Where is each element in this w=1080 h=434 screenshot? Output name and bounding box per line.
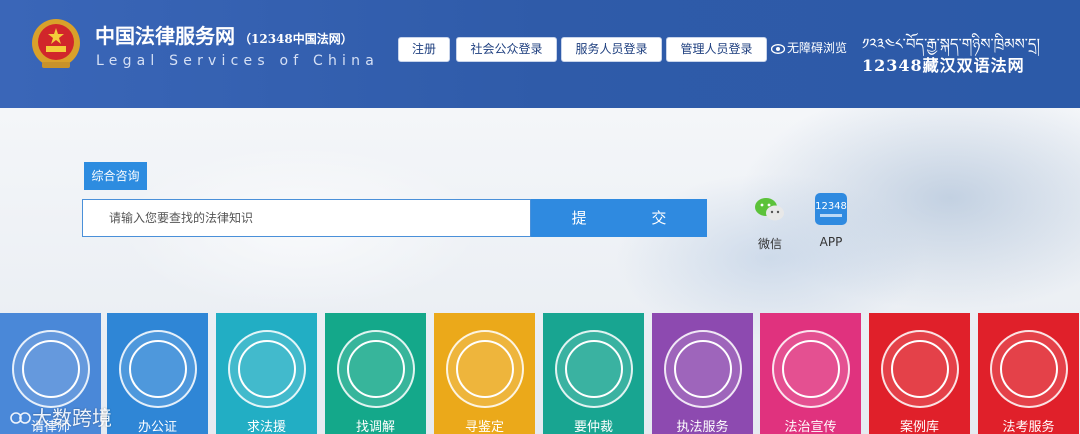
- app-label: APP: [819, 235, 843, 249]
- find-lawyer-icon: [12, 330, 90, 408]
- site-title-suffix: （12348中国法网）: [239, 32, 353, 46]
- service-tile-label: 寻鉴定: [464, 420, 504, 434]
- accessibility-link[interactable]: 无障碍浏览: [770, 39, 848, 56]
- search-input[interactable]: [82, 199, 531, 237]
- site-header: 中国法律服务网 （12348中国法网） Legal Services of Chi…: [0, 0, 1080, 108]
- wechat-label: 微信: [757, 237, 782, 251]
- national-emblem-icon: [32, 19, 80, 68]
- law-exam-icon: [990, 330, 1068, 408]
- site-subtitle: Legal Services of China: [96, 53, 379, 69]
- app-icon: 12348: [815, 193, 847, 225]
- service-tile-label: 找调解: [355, 420, 395, 434]
- wechat-icon: [755, 198, 784, 221]
- appraisal-icon: [446, 330, 524, 408]
- app-link[interactable]: 12348 APP: [811, 192, 851, 249]
- watermark-label: 大数跨境: [10, 402, 112, 431]
- eye-icon: [770, 44, 786, 54]
- service-tile-arbitration[interactable]: 要仲裁: [543, 313, 644, 434]
- case-library-icon: [881, 330, 959, 408]
- app-icon-text: 12348: [815, 201, 847, 212]
- accessibility-label: 无障碍浏览: [787, 41, 848, 55]
- service-tile-mediation[interactable]: 找调解: [325, 313, 426, 434]
- notary-icon: [119, 330, 197, 408]
- service-tile-case-library[interactable]: 案例库: [869, 313, 970, 434]
- law-enforcement-icon: [664, 330, 742, 408]
- service-tile-legal-aid[interactable]: 求法援: [216, 313, 317, 434]
- service-tile-label: 求法援: [246, 420, 286, 434]
- service-tile-law-exam[interactable]: 法考服务: [978, 313, 1079, 434]
- admin-login-button[interactable]: 管理人员登录: [666, 37, 767, 62]
- register-button[interactable]: 注册: [398, 37, 450, 62]
- service-tile-label: 法治宣传: [784, 420, 837, 434]
- submit-button[interactable]: 提 交: [531, 199, 707, 237]
- service-tile-appraisal[interactable]: 寻鉴定: [434, 313, 535, 434]
- legal-publicity-icon: [772, 330, 850, 408]
- watermark-logo-icon: [10, 412, 31, 424]
- service-tile-notary[interactable]: 办公证: [107, 313, 208, 434]
- service-tile-label: 执法服务: [676, 420, 729, 434]
- service-tile-label: 要仲裁: [573, 420, 613, 434]
- service-tile-label: 法考服务: [1002, 420, 1055, 434]
- service-tile-label: 办公证: [137, 420, 177, 434]
- arbitration-icon: [555, 330, 633, 408]
- legal-aid-icon: [228, 330, 306, 408]
- bilingual-site-label[interactable]: 12348藏汉双语法网: [862, 52, 1025, 76]
- mediation-icon: [337, 330, 415, 408]
- public-login-button[interactable]: 社会公众登录: [456, 37, 557, 62]
- staff-login-button[interactable]: 服务人员登录: [561, 37, 662, 62]
- site-title-text: 中国法律服务网: [95, 24, 235, 48]
- tab-general-consultation[interactable]: 综合咨询: [84, 162, 147, 190]
- wechat-link[interactable]: 微信: [750, 192, 790, 252]
- service-tile-label: 案例库: [899, 420, 939, 434]
- service-tile-legal-publicity[interactable]: 法治宣传: [760, 313, 861, 434]
- service-tile-law-enforcement[interactable]: 执法服务: [652, 313, 753, 434]
- site-title[interactable]: 中国法律服务网 （12348中国法网）: [95, 20, 353, 49]
- watermark-text: 大数跨境: [32, 406, 112, 430]
